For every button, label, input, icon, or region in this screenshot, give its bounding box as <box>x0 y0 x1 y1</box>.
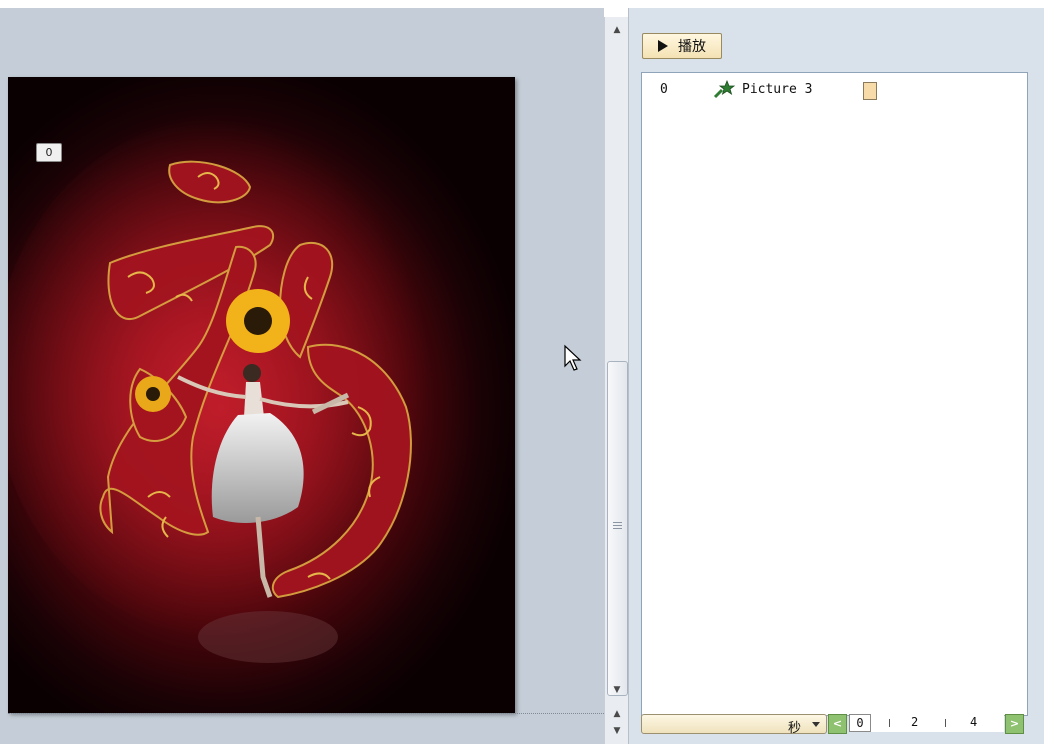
editor-top-edge <box>0 0 604 8</box>
scroll-up-icon[interactable]: ▲ <box>605 21 629 39</box>
time-unit-label: 秒 <box>788 721 802 736</box>
timeline-bar: 秒 < 0 2 4 > <box>641 713 1027 736</box>
timing-bar[interactable] <box>863 82 877 100</box>
previous-slide-icon[interactable]: ▲ <box>605 705 629 723</box>
grip-icon <box>613 522 622 531</box>
star-effect-icon <box>713 80 736 99</box>
picture-3-graphic[interactable] <box>8 77 515 713</box>
timeline-zero-marker: 0 <box>849 714 871 732</box>
timeline-scale: 0 2 4 <box>849 714 1004 732</box>
next-slide-icon[interactable]: ▼ <box>605 722 629 740</box>
animation-name: Picture 3 <box>742 82 813 97</box>
play-button-label: 播放 <box>678 39 706 55</box>
time-unit-dropdown[interactable]: 秒 <box>641 714 827 736</box>
animation-pane: 播放 0 Picture 3 秒 < 0 2 4 > <box>628 8 1044 744</box>
animation-list[interactable]: 0 Picture 3 <box>641 72 1028 716</box>
sunflower-small <box>135 376 171 412</box>
timeline-scroll-left-button[interactable]: < <box>828 714 847 734</box>
play-icon <box>658 40 668 52</box>
timeline-scroll-right-button[interactable]: > <box>1005 714 1024 734</box>
animation-index: 0 <box>660 82 668 97</box>
timeline-tick-label: 4 <box>970 715 978 729</box>
slide-animation-tag[interactable]: 0 <box>36 143 62 162</box>
timeline-tick <box>945 719 946 727</box>
chevron-down-icon <box>812 722 820 727</box>
scrollbar-thumb[interactable] <box>607 361 628 696</box>
list-item[interactable]: 0 Picture 3 <box>642 79 1027 101</box>
sunflower-large <box>226 289 290 353</box>
slide-bottom-border <box>8 713 604 714</box>
vertical-scrollbar[interactable]: ▲ ▼ ▲ ▼ <box>604 17 629 744</box>
play-button[interactable]: 播放 <box>642 33 722 59</box>
scroll-down-icon[interactable]: ▼ <box>605 681 629 699</box>
slide-canvas[interactable]: 0 <box>8 77 515 713</box>
timeline-tick <box>889 719 890 727</box>
mouse-pointer-icon <box>564 344 582 371</box>
timeline-tick-label: 2 <box>911 715 919 729</box>
slide-editor-area: 0 <box>0 0 604 744</box>
